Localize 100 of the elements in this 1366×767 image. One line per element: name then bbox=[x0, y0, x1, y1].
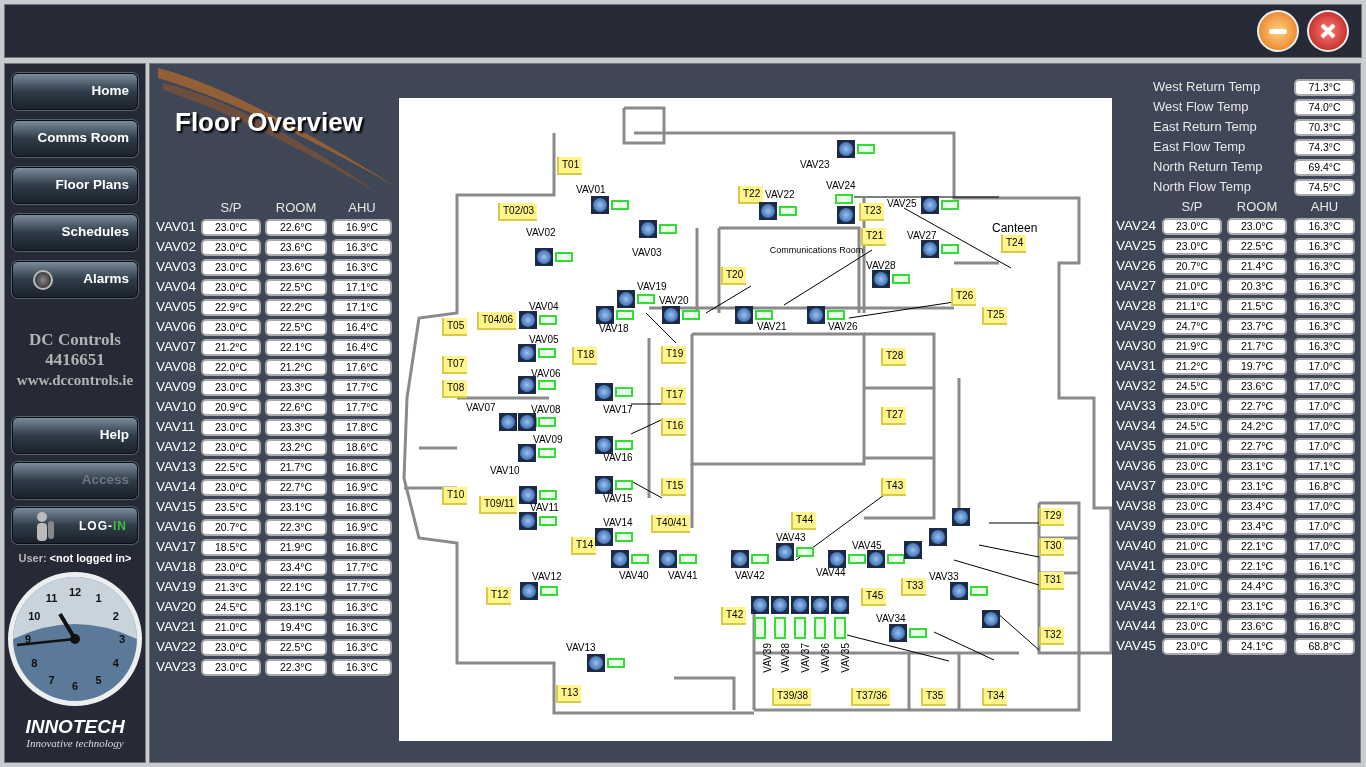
controller-icon[interactable] bbox=[499, 413, 517, 431]
controller-icon[interactable] bbox=[837, 140, 855, 158]
temperature-reading: 22.5°C bbox=[1227, 237, 1287, 255]
thermostat-tag[interactable]: T43 bbox=[881, 478, 907, 496]
controller-icon[interactable] bbox=[929, 528, 947, 546]
nav-button[interactable]: Alarms bbox=[12, 261, 138, 298]
thermostat-tag[interactable]: T14 bbox=[571, 537, 597, 555]
thermostat-tag[interactable]: T24 bbox=[1001, 235, 1027, 253]
controller-icon[interactable] bbox=[759, 202, 777, 220]
thermostat-tag[interactable]: T44 bbox=[791, 512, 817, 530]
thermostat-tag[interactable]: T10 bbox=[442, 487, 468, 505]
controller-icon[interactable] bbox=[904, 541, 922, 559]
thermostat-tag[interactable]: T40/41 bbox=[651, 515, 691, 533]
controller-icon[interactable] bbox=[952, 508, 970, 526]
thermostat-tag[interactable]: T29 bbox=[1039, 508, 1065, 526]
minimize-button[interactable] bbox=[1257, 10, 1299, 52]
controller-icon[interactable] bbox=[595, 436, 613, 454]
controller-icon[interactable] bbox=[518, 376, 536, 394]
row-label: VAV31 bbox=[1116, 356, 1158, 375]
thermostat-tag[interactable]: T19 bbox=[661, 346, 687, 364]
controller-icon[interactable] bbox=[639, 220, 657, 238]
controller-icon[interactable] bbox=[520, 582, 538, 600]
thermostat-tag[interactable]: T17 bbox=[661, 387, 687, 405]
controller-icon[interactable] bbox=[791, 596, 809, 614]
thermostat-tag[interactable]: T27 bbox=[881, 407, 907, 425]
controller-icon[interactable] bbox=[595, 383, 613, 401]
vav-label: VAV33 bbox=[929, 572, 959, 582]
controller-icon[interactable] bbox=[518, 444, 536, 462]
controller-icon[interactable] bbox=[519, 311, 537, 329]
thermostat-tag[interactable]: T09/11 bbox=[479, 496, 518, 514]
thermostat-tag[interactable]: T21 bbox=[861, 228, 887, 246]
controller-icon[interactable] bbox=[982, 610, 1000, 628]
thermostat-tag[interactable]: T23 bbox=[859, 203, 885, 221]
controller-icon[interactable] bbox=[595, 528, 613, 546]
thermostat-tag[interactable]: T45 bbox=[861, 588, 887, 606]
controller-icon[interactable] bbox=[735, 306, 753, 324]
thermostat-tag[interactable]: T37/36 bbox=[851, 688, 891, 706]
controller-icon[interactable] bbox=[731, 550, 749, 568]
thermostat-tag[interactable]: T34 bbox=[982, 688, 1008, 706]
thermostat-tag[interactable]: T25 bbox=[982, 307, 1008, 325]
controller-icon[interactable] bbox=[519, 512, 537, 530]
controller-icon[interactable] bbox=[611, 550, 629, 568]
thermostat-tag[interactable]: T35 bbox=[921, 688, 947, 706]
controller-icon[interactable] bbox=[867, 550, 885, 568]
controller-icon[interactable] bbox=[811, 596, 829, 614]
controller-icon[interactable] bbox=[662, 306, 680, 324]
controller-icon[interactable] bbox=[776, 543, 794, 561]
close-icon bbox=[1319, 22, 1337, 40]
controller-icon[interactable] bbox=[921, 196, 939, 214]
controller-icon[interactable] bbox=[837, 206, 855, 224]
controller-icon[interactable] bbox=[595, 476, 613, 494]
nav-button[interactable]: Comms Room bbox=[12, 120, 138, 157]
thermostat-tag[interactable]: T18 bbox=[572, 347, 598, 365]
thermostat-tag[interactable]: T22 bbox=[738, 186, 764, 204]
controller-icon[interactable] bbox=[519, 486, 537, 504]
nav-button[interactable]: Home bbox=[12, 73, 138, 110]
controller-icon[interactable] bbox=[596, 306, 614, 324]
thermostat-tag[interactable]: T39/38 bbox=[772, 688, 812, 706]
thermostat-tag[interactable]: T20 bbox=[721, 267, 747, 285]
controller-icon[interactable] bbox=[518, 344, 536, 362]
nav-button[interactable]: Floor Plans bbox=[12, 167, 138, 204]
temperature-reading: 20.9°C bbox=[201, 398, 261, 416]
damper-icon bbox=[616, 310, 634, 320]
controller-icon[interactable] bbox=[828, 550, 846, 568]
controller-icon[interactable] bbox=[872, 270, 890, 288]
thermostat-tag[interactable]: T42 bbox=[721, 607, 747, 625]
controller-icon[interactable] bbox=[831, 596, 849, 614]
controller-icon[interactable] bbox=[807, 306, 825, 324]
thermostat-tag[interactable]: T15 bbox=[661, 478, 687, 496]
nav-button[interactable]: Help bbox=[12, 417, 138, 454]
thermostat-tag[interactable]: T05 bbox=[442, 318, 468, 336]
controller-icon[interactable] bbox=[950, 582, 968, 600]
thermostat-tag[interactable]: T01 bbox=[557, 157, 583, 175]
controller-icon[interactable] bbox=[617, 290, 635, 308]
controller-icon[interactable] bbox=[587, 654, 605, 672]
controller-icon[interactable] bbox=[518, 413, 536, 431]
thermostat-tag[interactable]: T30 bbox=[1039, 538, 1065, 556]
thermostat-tag[interactable]: T12 bbox=[486, 587, 512, 605]
controller-icon[interactable] bbox=[921, 240, 939, 258]
thermostat-tag[interactable]: T16 bbox=[661, 418, 687, 436]
controller-icon[interactable] bbox=[751, 596, 769, 614]
vav-label: VAV35 bbox=[841, 643, 851, 673]
thermostat-tag[interactable]: T04/06 bbox=[477, 312, 517, 330]
thermostat-tag[interactable]: T07 bbox=[442, 356, 468, 374]
login-button[interactable]: LOG-IN bbox=[12, 507, 138, 544]
thermostat-tag[interactable]: T26 bbox=[951, 288, 977, 306]
thermostat-tag[interactable]: T08 bbox=[442, 380, 468, 398]
thermostat-tag[interactable]: T33 bbox=[901, 578, 927, 596]
controller-icon[interactable] bbox=[889, 624, 907, 642]
controller-icon[interactable] bbox=[659, 550, 677, 568]
controller-icon[interactable] bbox=[771, 596, 789, 614]
controller-icon[interactable] bbox=[535, 248, 553, 266]
thermostat-tag[interactable]: T28 bbox=[881, 348, 907, 366]
close-button[interactable] bbox=[1307, 10, 1349, 52]
thermostat-tag[interactable]: T02/03 bbox=[498, 203, 538, 221]
thermostat-tag[interactable]: T32 bbox=[1039, 627, 1065, 645]
thermostat-tag[interactable]: T31 bbox=[1039, 572, 1065, 590]
nav-button[interactable]: Schedules bbox=[12, 214, 138, 251]
controller-icon[interactable] bbox=[591, 196, 609, 214]
thermostat-tag[interactable]: T13 bbox=[556, 685, 582, 703]
